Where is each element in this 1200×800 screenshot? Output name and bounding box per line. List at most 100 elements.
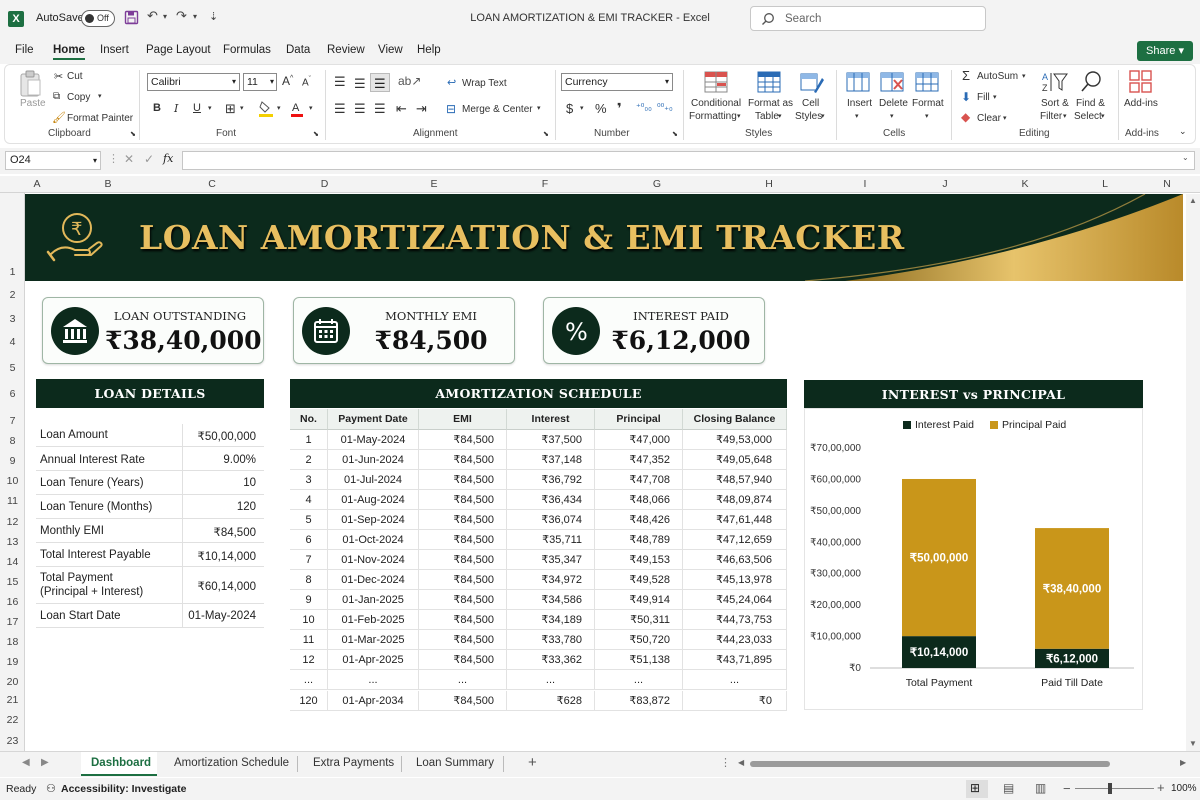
column-header[interactable]: F <box>476 178 614 190</box>
find-select-label-2[interactable]: Select <box>1074 111 1102 122</box>
row-header[interactable]: 8 <box>0 435 25 447</box>
alignment-launcher-icon[interactable]: ⬊ <box>543 130 549 138</box>
fill-button[interactable]: Fill <box>977 92 990 103</box>
row-header[interactable]: 15 <box>0 576 25 588</box>
row-header[interactable]: 17 <box>0 616 25 628</box>
add-ins-button[interactable]: Add-ins <box>1124 98 1158 109</box>
column-header[interactable]: A <box>25 178 49 190</box>
format-painter-icon[interactable]: 🖌 <box>52 111 66 124</box>
page-layout-view-icon[interactable]: ▤ <box>1003 781 1014 795</box>
menu-file[interactable]: File <box>15 44 34 56</box>
sheet-tab-extra-payments[interactable]: Extra Payments <box>313 757 394 769</box>
decrease-font-icon[interactable]: Aˇ <box>302 76 311 88</box>
column-header[interactable]: G <box>614 178 700 190</box>
next-sheet-icon[interactable]: ▶ <box>41 757 49 768</box>
column-header[interactable]: B <box>49 178 167 190</box>
delete-cells-dropdown-icon[interactable]: ▾ <box>890 112 894 120</box>
autosum-dropdown-icon[interactable]: ▾ <box>1022 72 1026 80</box>
format-as-table-label[interactable]: Format as <box>748 98 793 109</box>
row-header[interactable]: 7 <box>0 415 25 427</box>
find-select-label[interactable]: Find & <box>1076 98 1105 109</box>
align-top-icon[interactable]: ☰ <box>334 74 346 90</box>
wrap-text-button[interactable]: Wrap Text <box>462 78 507 89</box>
row-header[interactable]: 16 <box>0 596 25 608</box>
fill-icon[interactable]: ⬇ <box>961 90 971 104</box>
format-painter-button[interactable]: Format Painter <box>67 113 133 124</box>
row-header[interactable]: 9 <box>0 455 25 467</box>
redo-dropdown-icon[interactable]: ▾ <box>193 12 197 21</box>
horizontal-scrollbar-thumb[interactable] <box>750 761 1110 767</box>
zoom-in-icon[interactable]: + <box>1157 780 1165 795</box>
conditional-dropdown-icon[interactable]: ▾ <box>737 112 741 120</box>
menu-review[interactable]: Review <box>327 44 365 56</box>
column-header[interactable]: D <box>257 178 392 190</box>
row-header[interactable]: 21 <box>0 694 25 706</box>
cut-icon[interactable]: ✂ <box>54 70 63 83</box>
find-dropdown-icon[interactable]: ▾ <box>1101 112 1105 120</box>
font-launcher-icon[interactable]: ⬊ <box>313 130 319 138</box>
scroll-right-icon[interactable]: ▶ <box>1180 758 1186 767</box>
redo-icon[interactable]: ↷ <box>176 8 187 24</box>
orientation-icon[interactable]: ab↗ <box>398 74 421 88</box>
column-header[interactable]: K <box>998 178 1052 190</box>
currency-button[interactable]: $ <box>566 101 573 116</box>
row-header[interactable]: 19 <box>0 656 25 668</box>
merge-dropdown-icon[interactable]: ▾ <box>537 104 541 112</box>
row-header[interactable]: 23 <box>0 735 25 747</box>
align-center-icon[interactable]: ☰ <box>354 101 366 117</box>
undo-dropdown-icon[interactable]: ▾ <box>163 12 167 21</box>
format-table-dropdown-icon[interactable]: ▾ <box>778 112 782 120</box>
align-bottom-button[interactable]: ☰ <box>370 73 390 92</box>
delete-cells-button[interactable]: Delete <box>879 98 908 109</box>
clipboard-launcher-icon[interactable]: ⬊ <box>130 130 136 138</box>
clear-dropdown-icon[interactable]: ▾ <box>1003 114 1007 122</box>
sort-dropdown-icon[interactable]: ▾ <box>1063 112 1067 120</box>
font-color-icon[interactable]: A <box>290 100 304 118</box>
insert-cells-icon[interactable] <box>846 70 870 94</box>
menu-home[interactable]: Home <box>53 44 85 60</box>
vertical-scrollbar[interactable] <box>1186 194 1200 751</box>
paste-icon[interactable] <box>18 70 44 98</box>
row-header[interactable]: 14 <box>0 556 25 568</box>
sort-filter-label-2[interactable]: Filter <box>1040 111 1062 122</box>
column-header[interactable]: J <box>892 178 998 190</box>
row-header[interactable]: 3 <box>0 313 25 325</box>
decrease-decimal-icon[interactable]: ⁰⁰₊₀ <box>657 102 673 113</box>
paste-label[interactable]: Paste <box>20 98 46 109</box>
underline-dropdown-icon[interactable]: ▾ <box>208 104 212 112</box>
increase-indent-icon[interactable]: ⇥ <box>416 101 427 117</box>
menu-page-layout[interactable]: Page Layout <box>146 44 211 56</box>
currency-dropdown-icon[interactable]: ▾ <box>580 104 584 112</box>
formula-input[interactable] <box>182 151 1195 170</box>
conditional-formatting-label-2[interactable]: Formatting <box>689 111 737 122</box>
row-header[interactable]: 20 <box>0 676 25 688</box>
share-button[interactable]: Share ▾ <box>1137 41 1193 61</box>
format-cells-dropdown-icon[interactable]: ▾ <box>925 112 929 120</box>
accessibility-icon[interactable]: ⚇ <box>46 782 56 795</box>
row-header[interactable]: 5 <box>0 362 25 374</box>
menu-data[interactable]: Data <box>286 44 310 56</box>
sheet-tab-loan-summary[interactable]: Loan Summary <box>416 757 494 769</box>
scroll-up-icon[interactable]: ▲ <box>1189 196 1197 205</box>
underline-button[interactable]: U <box>193 102 201 114</box>
font-size-dropdown[interactable]: 11 ▾ <box>243 73 277 91</box>
fill-color-icon[interactable] <box>258 100 274 118</box>
scroll-left-icon[interactable]: ◀ <box>738 758 744 767</box>
increase-font-icon[interactable]: A^ <box>282 74 293 88</box>
clear-button[interactable]: Clear <box>977 113 1001 124</box>
font-color-dropdown-icon[interactable]: ▾ <box>309 104 313 112</box>
cut-button[interactable]: Cut <box>67 71 83 82</box>
find-select-icon[interactable] <box>1080 69 1104 93</box>
conditional-formatting-icon[interactable] <box>704 70 728 94</box>
cell-styles-label-2[interactable]: Styles <box>795 111 822 122</box>
format-cells-button[interactable]: Format <box>912 98 944 109</box>
normal-view-button[interactable]: ⊞ <box>966 780 988 798</box>
borders-icon[interactable]: ⊞ <box>225 101 236 117</box>
format-cells-icon[interactable] <box>915 70 939 94</box>
row-header[interactable]: 11 <box>0 495 25 507</box>
row-header[interactable]: 4 <box>0 336 25 348</box>
comma-button[interactable]: ❜ <box>617 100 622 117</box>
autosave-toggle[interactable]: Off <box>81 10 115 27</box>
insert-cells-dropdown-icon[interactable]: ▾ <box>855 112 859 120</box>
zoom-slider-thumb[interactable] <box>1108 783 1112 794</box>
